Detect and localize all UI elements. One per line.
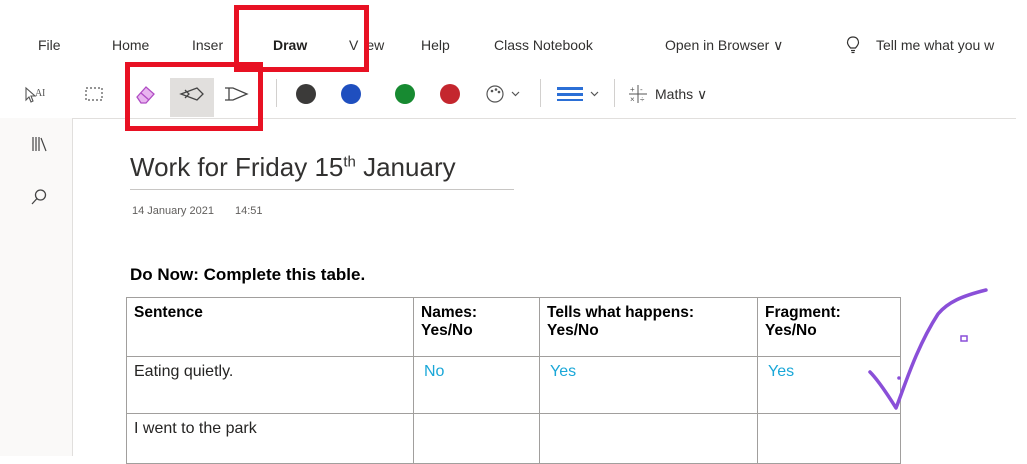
table-header-row: Sentence Names: Yes/No Tells what happens… — [126, 297, 901, 357]
pen-red-swatch[interactable] — [440, 84, 460, 104]
toolbar-separator — [614, 79, 615, 107]
header-sentence[interactable]: Sentence — [126, 297, 414, 357]
page-date: 14 January 2021 — [132, 205, 214, 217]
maths-icon[interactable]: + - × ÷ — [626, 82, 650, 106]
page-title-main: Work for Friday 15 — [130, 152, 344, 182]
cell-tells[interactable]: Yes — [539, 356, 758, 414]
tab-view-label-end: ew — [366, 37, 385, 53]
notebooks-icon[interactable] — [30, 135, 48, 153]
pen-black-swatch[interactable] — [296, 84, 316, 104]
page-title[interactable]: Work for Friday 15th January — [130, 152, 456, 183]
tab-file[interactable]: File — [38, 37, 61, 53]
highlight-box-pen-tools — [125, 62, 263, 131]
svg-text:I: I — [42, 88, 45, 99]
table-row: I went to the park — [126, 413, 901, 464]
toolbar-separator — [540, 79, 541, 107]
svg-text:+: + — [630, 85, 635, 94]
svg-text:×: × — [630, 95, 635, 104]
cell-names[interactable] — [413, 413, 540, 464]
tab-insert[interactable]: Inser — [192, 37, 223, 53]
title-underline — [130, 189, 514, 190]
do-now-heading: Do Now: Complete this table. — [130, 265, 366, 284]
tab-home[interactable]: Home — [112, 37, 149, 53]
pen-blue-swatch[interactable] — [341, 84, 361, 104]
cell-sentence[interactable]: Eating quietly. — [126, 356, 414, 414]
cell-fragment[interactable] — [757, 413, 901, 464]
page-time: 14:51 — [235, 205, 263, 217]
left-rail — [0, 118, 73, 456]
toolbar-separator — [276, 79, 277, 107]
header-names-line2: Yes/No — [421, 322, 473, 339]
table-row: Eating quietly. No Yes Yes — [126, 356, 901, 414]
header-tells[interactable]: Tells what happens: Yes/No — [539, 297, 758, 357]
open-in-browser-button[interactable]: Open in Browser ∨ — [665, 37, 783, 54]
handwritten-tick-ink — [868, 288, 988, 410]
tell-me-search[interactable]: Tell me what you w — [876, 37, 994, 53]
svg-text:÷: ÷ — [640, 95, 645, 104]
header-tells-line1: Tells what happens: — [547, 304, 694, 321]
cell-names[interactable]: No — [413, 356, 540, 414]
svg-text:-: - — [640, 85, 643, 94]
header-tells-line2: Yes/No — [547, 322, 599, 339]
maths-button[interactable]: Maths ∨ — [655, 86, 707, 103]
page-title-end: January — [355, 152, 456, 182]
color-palette-dropdown[interactable] — [484, 82, 524, 106]
search-icon[interactable] — [30, 188, 48, 206]
header-names[interactable]: Names: Yes/No — [413, 297, 540, 357]
lightbulb-icon — [846, 36, 860, 54]
cell-sentence[interactable]: I went to the park — [126, 413, 414, 464]
header-names-line1: Names: — [421, 304, 477, 321]
lasso-type-icon[interactable]: AI — [22, 82, 48, 106]
lasso-select-icon[interactable] — [82, 82, 106, 106]
tab-class-notebook[interactable]: Class Notebook — [494, 37, 593, 53]
page-right-margin — [1016, 118, 1027, 456]
pen-green-swatch[interactable] — [395, 84, 415, 104]
line-thickness-dropdown[interactable] — [554, 82, 608, 106]
page-title-superscript: th — [343, 153, 356, 171]
cell-tells[interactable] — [539, 413, 758, 464]
do-now-table: Sentence Names: Yes/No Tells what happens… — [126, 297, 901, 464]
tab-help[interactable]: Help — [421, 37, 450, 53]
